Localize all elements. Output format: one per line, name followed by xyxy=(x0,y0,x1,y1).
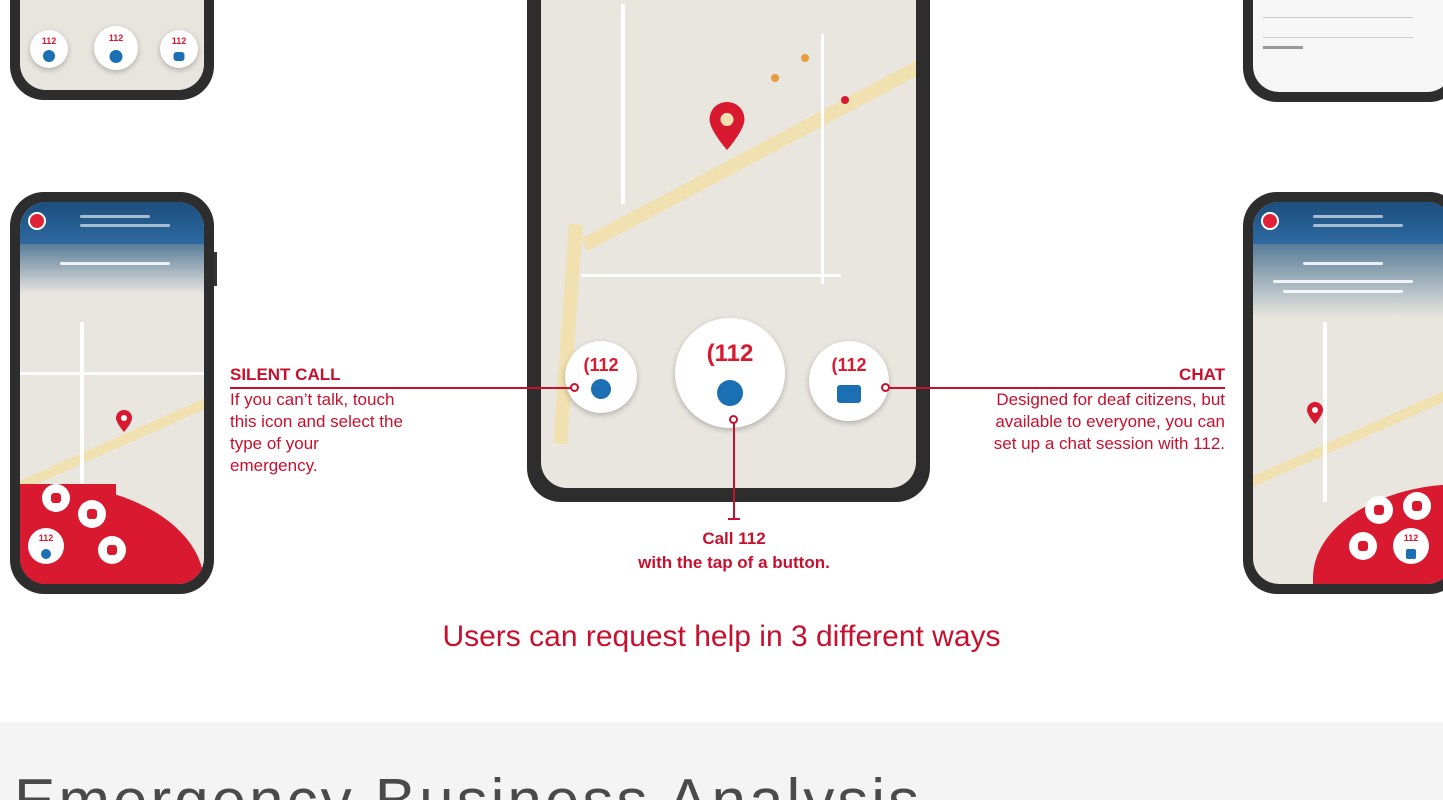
map-road xyxy=(553,223,583,445)
silent-call-icon xyxy=(591,379,611,399)
emergency-type-button[interactable] xyxy=(78,500,106,528)
silent-call-description: If you can’t talk, touch this icon and s… xyxy=(230,390,403,475)
section-header: Emergency Business Analysis xyxy=(0,722,1443,800)
call-description: with the tap of a button. xyxy=(638,553,830,572)
status-banner xyxy=(20,244,204,294)
voice-call-icon xyxy=(109,50,123,63)
silent-call-icon xyxy=(43,50,55,62)
phone-chat: 112 xyxy=(1243,192,1443,594)
silent-call-icon xyxy=(41,549,51,559)
phone-icon: ( xyxy=(706,340,715,367)
chat-description: Designed for deaf citizens, but availabl… xyxy=(993,390,1225,453)
emergency-type-button[interactable] xyxy=(1349,532,1377,560)
app-logo-icon xyxy=(28,212,46,230)
phone-main: (112 (112 (112 xyxy=(527,0,930,502)
call-connector-end xyxy=(728,518,740,520)
chat-mini-button[interactable]: 112 xyxy=(160,30,198,68)
map-road xyxy=(80,322,84,502)
phone-screen: 112 112 112 xyxy=(20,0,204,90)
call-connector-dot xyxy=(729,415,738,424)
emergency-type-button[interactable] xyxy=(98,536,126,564)
phone-screen: 112 xyxy=(1253,202,1443,584)
form-field-line xyxy=(1263,46,1303,49)
call-number-label: (112 xyxy=(583,355,619,375)
emergency-type-button[interactable] xyxy=(42,484,70,512)
call-number-label: 112 xyxy=(38,533,54,543)
silent-call-title: SILENT CALL xyxy=(230,365,341,384)
chat-button[interactable]: (112 xyxy=(809,341,889,421)
chat-mini-button[interactable]: 112 xyxy=(1393,528,1429,564)
call-number-label: 112 xyxy=(108,33,124,43)
map-road xyxy=(20,379,204,495)
call-title: Call 112 xyxy=(702,529,766,548)
call-number-label: (112 xyxy=(706,340,754,367)
map-road xyxy=(821,34,824,284)
caption: Users can request help in 3 different wa… xyxy=(442,620,1001,653)
phone-screen xyxy=(1253,0,1443,92)
map-road xyxy=(1323,322,1327,502)
phone-screen: (112 (112 (112 xyxy=(541,0,916,488)
chat-bubble-icon xyxy=(837,385,861,403)
map-road xyxy=(1253,379,1443,495)
emergency-type-button[interactable] xyxy=(1403,492,1431,520)
map-road xyxy=(20,372,204,375)
call-number-label: 112 xyxy=(171,36,187,46)
silent-call-mini-button[interactable]: 112 xyxy=(28,528,64,564)
call-number-label: 112 xyxy=(1403,533,1419,543)
section-title: Emergency Business Analysis xyxy=(14,766,922,800)
poi-marker xyxy=(771,74,779,82)
map-road xyxy=(581,50,916,252)
map-road xyxy=(621,4,625,204)
call-112-button[interactable]: (112 xyxy=(675,318,785,428)
app-header xyxy=(1253,202,1443,244)
chat-connector-dot xyxy=(881,383,890,392)
call-number-label: (112 xyxy=(831,355,867,375)
call-connector xyxy=(733,420,735,520)
map-pin-icon xyxy=(116,410,132,432)
phone-top-left: 112 112 112 xyxy=(10,0,214,100)
poi-marker xyxy=(801,54,809,62)
map-road xyxy=(581,274,841,277)
app-header xyxy=(20,202,204,244)
silent-call-connector-dot xyxy=(570,383,579,392)
silent-call-mini-button[interactable]: 112 xyxy=(30,30,68,68)
silent-call-button[interactable]: (112 xyxy=(565,341,637,413)
call-number-label: 112 xyxy=(41,36,57,46)
divider xyxy=(214,252,217,286)
poi-marker xyxy=(841,96,849,104)
status-banner xyxy=(1253,244,1443,318)
map-pin-icon xyxy=(709,102,745,150)
voice-call-icon xyxy=(717,380,743,406)
chat-bubble-icon xyxy=(1406,549,1416,559)
emergency-type-button[interactable] xyxy=(1365,496,1393,524)
phone-top-right xyxy=(1243,0,1443,102)
map-pin-icon xyxy=(1307,402,1323,424)
form-field-line xyxy=(1263,26,1413,38)
chat-bubble-icon xyxy=(173,52,185,61)
phone-screen: 112 xyxy=(20,202,204,584)
chat-title: CHAT xyxy=(1179,365,1225,384)
call-mini-button[interactable]: 112 xyxy=(94,26,138,70)
phone-silent-call: 112 xyxy=(10,192,214,594)
app-logo-icon xyxy=(1261,212,1279,230)
form-field-line xyxy=(1263,8,1413,18)
